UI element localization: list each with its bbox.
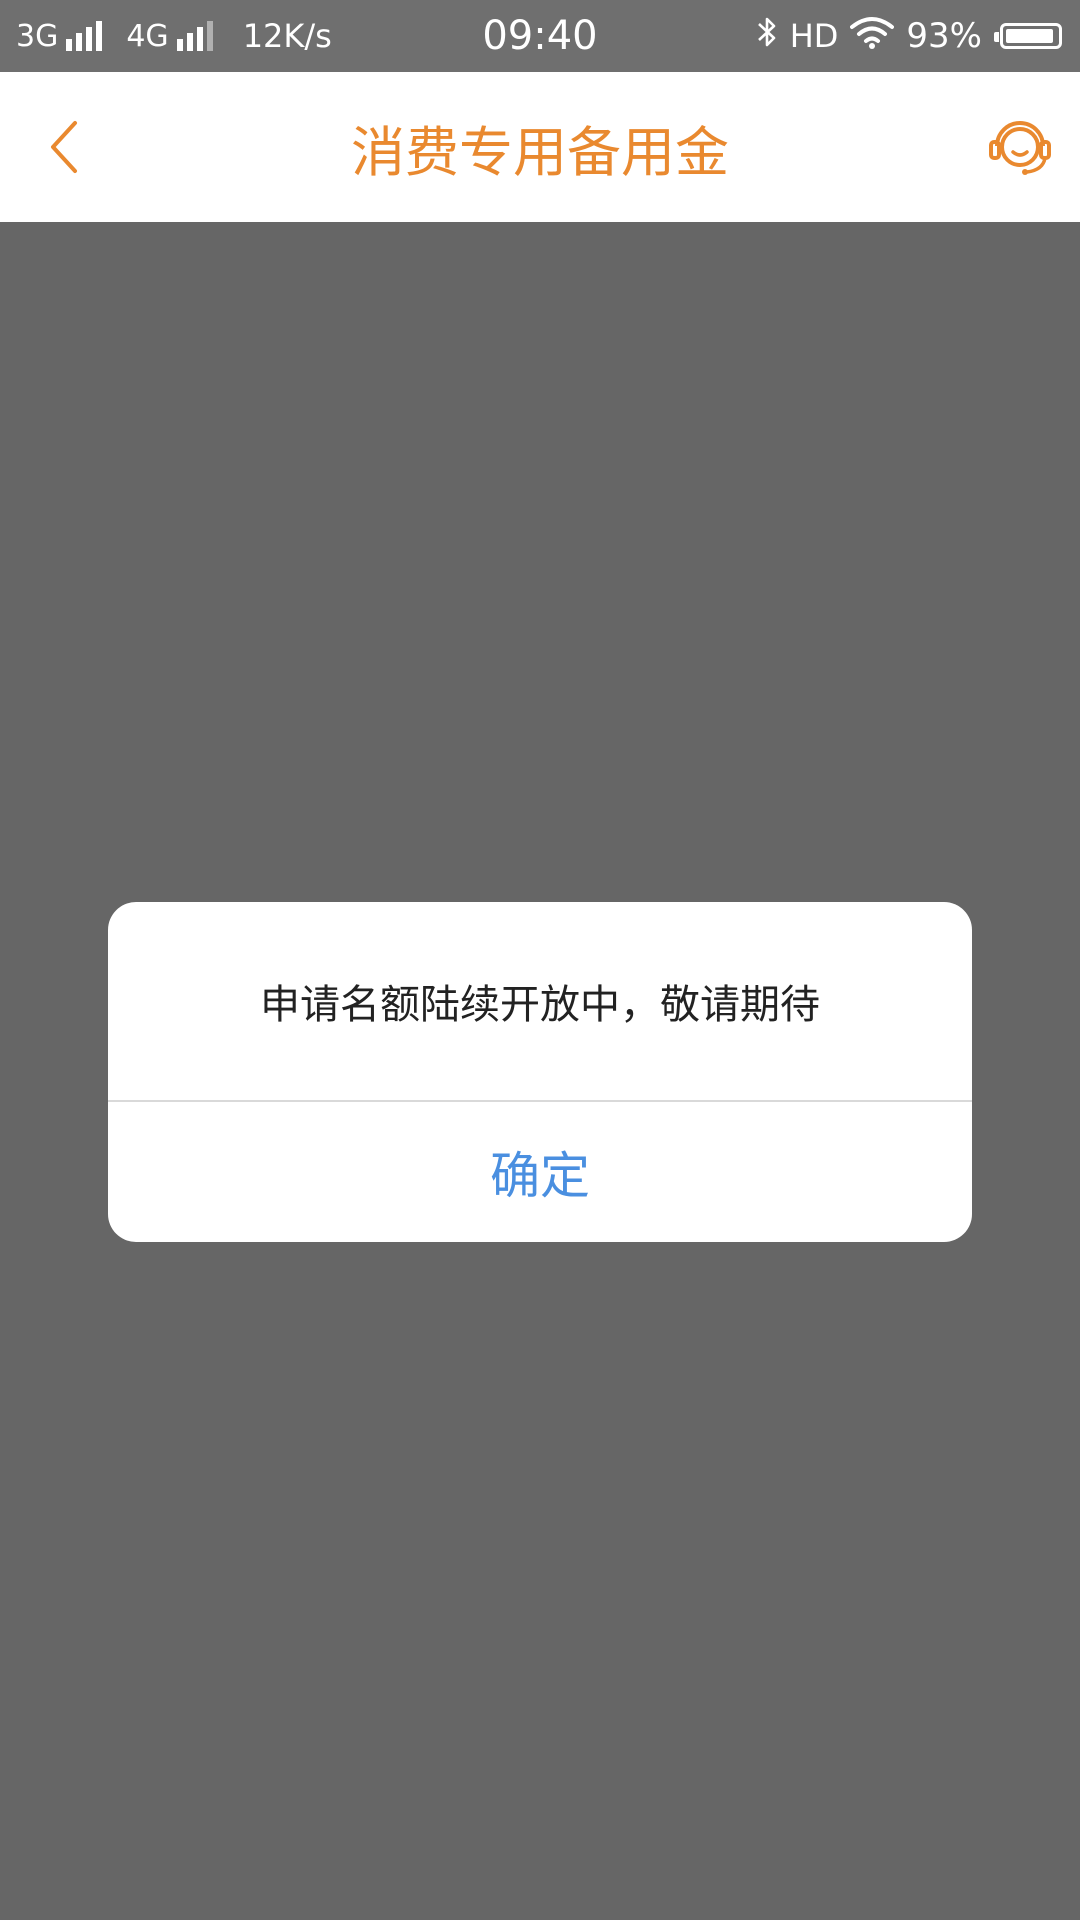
bluetooth-icon — [756, 14, 778, 59]
network-speed: 12K/s — [242, 17, 332, 55]
nav-bar: 消费专用备用金 — [0, 72, 1080, 222]
confirm-button[interactable]: 确定 — [108, 1102, 972, 1242]
signal-icon — [176, 21, 213, 51]
signal-icon — [66, 21, 103, 51]
page-title: 消费专用备用金 — [351, 120, 729, 184]
network-type-2: 4G — [126, 18, 169, 54]
customer-service-button[interactable] — [980, 112, 1060, 182]
battery-fill — [1006, 29, 1053, 43]
dialog-message: 申请名额陆续开放中，敬请期待 — [260, 982, 820, 1028]
wifi-icon — [850, 15, 895, 58]
back-button[interactable] — [30, 112, 100, 182]
chevron-left-icon — [51, 121, 77, 173]
status-left: 3G 4G 12K/s — [16, 0, 332, 72]
status-right: HD 93% — [756, 0, 1062, 72]
battery-icon — [994, 23, 1062, 49]
network-type-1: 3G — [16, 18, 59, 54]
alert-dialog: 申请名额陆续开放中，敬请期待 确定 — [108, 902, 972, 1242]
battery-percent: 93% — [906, 16, 982, 56]
status-bar: 3G 4G 12K/s 09:40 HD 93% — [0, 0, 1080, 72]
customer-service-headset-icon — [989, 121, 1051, 175]
hd-indicator: HD — [789, 17, 839, 55]
